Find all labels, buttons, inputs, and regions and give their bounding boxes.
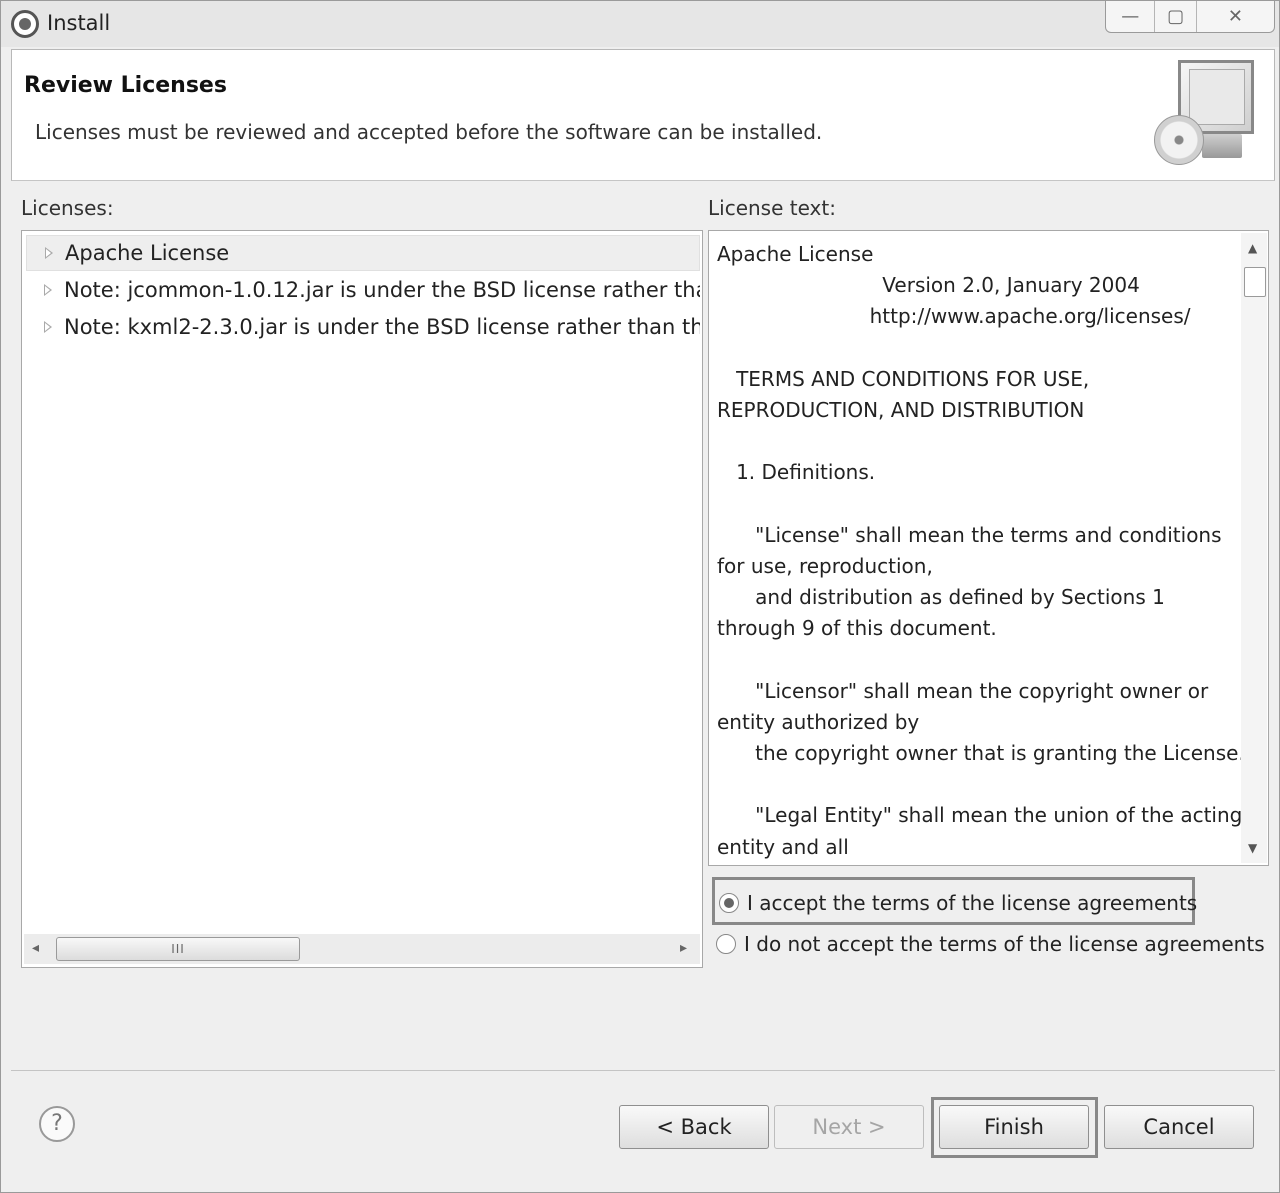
title-bar: Install — ▢ ✕ — [1, 1, 1279, 47]
maximize-button[interactable]: ▢ — [1155, 1, 1197, 32]
scroll-right-arrow-icon[interactable]: ▸ — [680, 940, 687, 956]
cancel-button[interactable]: Cancel — [1104, 1105, 1254, 1149]
vertical-scrollbar[interactable]: ▲ ▼ — [1241, 233, 1267, 863]
license-text-line: the copyright owner that is granting the… — [717, 741, 1245, 765]
license-text-line — [717, 333, 1237, 364]
scroll-up-arrow-icon[interactable]: ▲ — [1248, 241, 1257, 255]
expand-arrow-icon[interactable] — [44, 284, 52, 296]
license-text-area[interactable]: Apache License Version 2.0, January 2004… — [708, 230, 1269, 866]
license-text-line: and distribution as defined by Sections … — [717, 585, 1165, 610]
scrollbar-thumb[interactable] — [1244, 267, 1266, 297]
next-button[interactable]: Next > — [774, 1105, 924, 1149]
license-text-line: Apache License — [717, 242, 874, 266]
license-text-line — [717, 769, 1237, 800]
license-text-line: entity authorized by — [717, 709, 920, 734]
license-text-line: "Licensor" shall mean the copyright owne… — [717, 678, 1209, 703]
license-text-line — [717, 426, 1237, 457]
licenses-label: Licenses: — [21, 196, 114, 220]
license-text-line: "License" shall mean the terms and condi… — [717, 522, 1222, 547]
horizontal-scrollbar[interactable]: ◂ III ▸ — [24, 934, 700, 964]
decline-radio-button[interactable] — [716, 934, 736, 954]
license-text-line: for use, reproduction, — [717, 553, 933, 578]
window-title: Install — [47, 11, 111, 35]
page-description: Licenses must be reviewed and accepted b… — [35, 120, 823, 144]
scrollbar-thumb[interactable]: III — [56, 937, 300, 961]
back-button[interactable]: < Back — [619, 1105, 769, 1149]
install-dialog: Install — ▢ ✕ Review Licenses Licenses m… — [0, 0, 1280, 1193]
tree-item-label: Apache License — [65, 241, 230, 265]
eclipse-app-icon — [11, 10, 39, 38]
close-button[interactable]: ✕ — [1197, 1, 1274, 32]
install-disc-icon — [1154, 115, 1204, 165]
finish-button[interactable]: Finish — [939, 1105, 1089, 1149]
license-text-line: http://www.apache.org/licenses/ — [717, 304, 1191, 329]
window-controls: — ▢ ✕ — [1105, 1, 1275, 33]
expand-arrow-icon[interactable] — [44, 321, 52, 333]
license-text-label: License text: — [708, 196, 836, 220]
scroll-left-arrow-icon[interactable]: ◂ — [32, 940, 39, 956]
decline-radio-option[interactable]: I do not accept the terms of the license… — [716, 932, 1265, 956]
tree-item-label: Note: kxml2-2.3.0.jar is under the BSD l… — [64, 315, 700, 339]
license-text-line — [717, 644, 1237, 675]
accept-radio-button[interactable] — [719, 893, 739, 913]
footer-divider — [11, 1070, 1275, 1071]
licenses-tree[interactable]: Apache License Note: jcommon-1.0.12.jar … — [21, 230, 703, 968]
license-text-line: "Legal Entity" shall mean the union of t… — [717, 803, 1243, 828]
license-text-line: REPRODUCTION, AND DISTRIBUTION — [717, 397, 1085, 422]
license-text-line: entity and all — [717, 834, 849, 859]
decline-radio-label[interactable]: I do not accept the terms of the license… — [744, 932, 1265, 956]
accept-radio-option[interactable]: I accept the terms of the license agreem… — [719, 891, 1197, 915]
scroll-down-arrow-icon[interactable]: ▼ — [1248, 841, 1257, 855]
tree-item-label: Note: jcommon-1.0.12.jar is under the BS… — [64, 278, 700, 302]
minimize-button[interactable]: — — [1106, 1, 1156, 32]
license-text-line: TERMS AND CONDITIONS FOR USE, — [717, 366, 1090, 391]
wizard-header: Review Licenses Licenses must be reviewe… — [11, 49, 1275, 181]
license-text-line: 1. Definitions. — [717, 460, 876, 485]
accept-radio-label[interactable]: I accept the terms of the license agreem… — [747, 891, 1197, 915]
tree-item-license[interactable]: Note: jcommon-1.0.12.jar is under the BS… — [26, 272, 700, 308]
expand-arrow-icon[interactable] — [45, 247, 53, 259]
monitor-stand-icon — [1202, 134, 1242, 158]
help-icon[interactable]: ? — [39, 1106, 75, 1142]
tree-item-license[interactable]: Apache License — [26, 235, 700, 271]
license-text-content: Apache License Version 2.0, January 2004… — [717, 239, 1245, 863]
page-title: Review Licenses — [24, 73, 227, 98]
tree-item-license[interactable]: Note: kxml2-2.3.0.jar is under the BSD l… — [26, 309, 700, 345]
license-text-line: through 9 of this document. — [717, 616, 997, 641]
license-text-line: Version 2.0, January 2004 — [717, 273, 1140, 298]
license-text-line — [717, 489, 1237, 520]
